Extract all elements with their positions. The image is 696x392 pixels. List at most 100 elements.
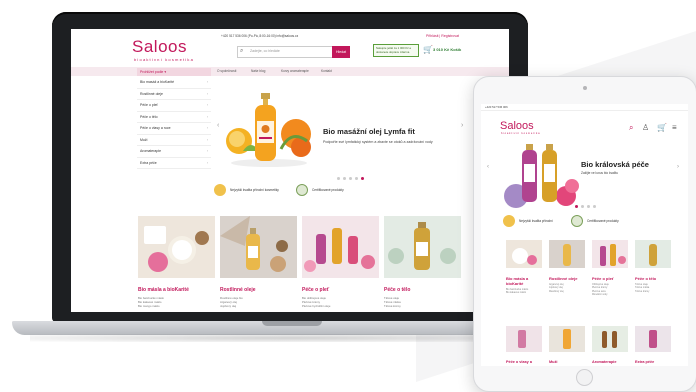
carousel-prev-icon[interactable]: ‹: [217, 122, 219, 129]
certified-badge-icon: [296, 184, 308, 196]
nav-link-contact[interactable]: Kontakt: [321, 69, 332, 73]
carousel-dot-active[interactable]: [361, 177, 364, 180]
carousel-dot-active[interactable]: [575, 205, 578, 208]
tablet-carousel-dots: [575, 205, 596, 208]
chevron-right-icon: ›: [206, 160, 208, 165]
chevron-right-icon: ›: [206, 149, 208, 153]
quality-badge-icon: [214, 184, 226, 196]
product-name: Bio másla a bioKarité: [138, 287, 189, 293]
carousel-dot[interactable]: [355, 177, 358, 180]
nav-link-blog[interactable]: Naše blog: [251, 69, 265, 73]
product-image: [302, 216, 379, 278]
laptop-screen: +420 517 536 006 (Po-Pá, 8:00-16:00) inf…: [71, 29, 509, 312]
tablet-product-card[interactable]: Péče o vlasy a: [506, 326, 542, 364]
tablet-product-card[interactable]: Aromaterapie: [592, 326, 628, 364]
certified-badge: Certifikované produkty: [296, 184, 344, 196]
product-image: [220, 216, 297, 278]
sidebar-item-label: Péče o tělo: [140, 114, 158, 119]
nav-link-about[interactable]: O společnosti: [217, 69, 236, 73]
sidebar-item-label: Péče o vlasy a ruce: [140, 126, 171, 130]
menu-icon[interactable]: ≡: [672, 123, 677, 132]
chevron-right-icon: ›: [206, 103, 208, 107]
tablet-product-card[interactable]: Péče o tělo Tělové oleje Tělové mléka Tělo…: [635, 240, 671, 293]
search-input[interactable]: ⌕ Zadejte, co hledáte: [237, 46, 334, 58]
hero-title: Bio masážní olej Lymfa fit: [323, 127, 415, 136]
carousel-dot[interactable]: [349, 177, 352, 180]
product-desc: Obličejové oleje Pleťové krémy Pleťové sér…: [592, 283, 609, 297]
tablet-hero-image[interactable]: [500, 140, 580, 208]
contact-phone: +420 517 536 006 (Po-Pá, 8:00-16:00) inf…: [221, 34, 299, 38]
cart-icon[interactable]: 🛒: [423, 45, 433, 54]
quality-badge-text: Nejvyšší kvalita přírodní kosmetiky: [230, 188, 279, 192]
product-name: Rostlinné oleje: [220, 287, 256, 293]
tablet-carousel-prev-icon[interactable]: ‹: [487, 164, 489, 170]
carousel-dot[interactable]: [343, 177, 346, 180]
sidebar-item[interactable]: Bio masáž a bioKarité ›: [137, 77, 211, 89]
carousel-next-icon[interactable]: ›: [461, 122, 463, 129]
product-image: [506, 326, 542, 352]
certified-badge-text: Certifikované produkty: [312, 188, 344, 192]
tablet-phone: +420 517 536 006: [485, 105, 508, 109]
cart-total[interactable]: 3 010 Kč Košík: [433, 47, 461, 52]
category-menu-title[interactable]: Prohlížet podle ▾: [137, 68, 211, 76]
quality-badge-text: Nejvyšší kvalita přírodní: [519, 219, 553, 223]
product-desc: Rostlinné oleje bio Arganový olej Jojobový…: [220, 296, 243, 308]
product-desc: Tělové oleje Tělové mléka Tělové krémy: [635, 283, 650, 293]
carousel-dot[interactable]: [593, 205, 596, 208]
tablet-saloos-logo[interactable]: Saloos: [500, 120, 534, 132]
product-image: [506, 240, 542, 268]
search-icon[interactable]: ⌕: [629, 123, 633, 133]
product-card[interactable]: Bio másla a bioKarité Bio bambucké máslo…: [138, 216, 215, 308]
tablet-carousel-next-icon[interactable]: ›: [677, 164, 679, 170]
product-card[interactable]: Péče o tělo Tělové oleje Tělové mléka Tělo…: [384, 216, 461, 308]
sidebar-item[interactable]: Aromaterapie ›: [137, 146, 211, 158]
product-name: Aromaterapie: [592, 360, 617, 364]
product-desc: Bio obličejové oleje Pleťové krémy Pleťové…: [302, 296, 331, 308]
cart-icon[interactable]: 🛒: [657, 123, 667, 132]
search-button[interactable]: Hledat: [332, 46, 350, 58]
sidebar-item[interactable]: Extra péče ›: [137, 158, 211, 169]
product-name: Péče o pleť: [302, 287, 330, 293]
sidebar-item-label: Extra péče: [140, 160, 157, 165]
product-name: Muži: [549, 360, 558, 364]
site-header: +420 517 536 006 (Po-Pá, 8:00-16:00) inf…: [71, 29, 509, 67]
sidebar-item[interactable]: Péče o pleť ›: [137, 100, 211, 112]
free-shipping-box: Nakupte ještě za 1 000 Kč a dostanete do…: [373, 44, 419, 57]
tablet-home-button[interactable]: [576, 369, 593, 386]
product-desc: Tělové oleje Tělové mléka Tělové krémy: [384, 296, 401, 308]
tablet-product-card[interactable]: Muži: [549, 326, 585, 364]
product-card[interactable]: Péče o pleť Bio obličejové oleje Pleťové …: [302, 216, 379, 308]
product-name: Péče o tělo: [635, 276, 657, 281]
sidebar-item[interactable]: Muži ›: [137, 135, 211, 146]
user-icon[interactable]: ♙: [642, 123, 649, 132]
search-placeholder: Zadejte, co hledáte: [250, 49, 280, 53]
sidebar-item[interactable]: Péče o tělo ›: [137, 112, 211, 123]
hero-subtitle: Podpořte své lymfatický systém a zbavte …: [323, 140, 433, 144]
login-link[interactable]: Přihlásit | Registrovat: [426, 34, 459, 38]
tablet-quality-badge: Nejvyšší kvalita přírodní: [503, 215, 553, 227]
product-desc: Bio bambucké máslo Bio kakaové máslo Bio m…: [138, 296, 164, 308]
carousel-dot[interactable]: [587, 205, 590, 208]
sidebar-item-label: Bio masáž a bioKarité: [140, 80, 175, 84]
sidebar-item-label: Muži: [140, 137, 148, 142]
hero-product-image[interactable]: [221, 89, 316, 169]
product-card[interactable]: Rostlinné oleje Rostlinné oleje bio Argan…: [220, 216, 297, 308]
sidebar-item[interactable]: Rostlinné oleje ›: [137, 89, 211, 100]
chevron-right-icon: ›: [206, 126, 208, 130]
sidebar-item[interactable]: Péče o vlasy a ruce ›: [137, 123, 211, 135]
tablet-product-card[interactable]: Péče o pleť Obličejové oleje Pleťové krém…: [592, 240, 628, 297]
product-name: Péče o pleť: [592, 276, 614, 281]
product-image: [384, 216, 461, 278]
tablet-product-card[interactable]: Rostlinné oleje Arganový olej Jojobový ol…: [549, 240, 585, 293]
carousel-dot[interactable]: [581, 205, 584, 208]
saloos-logo[interactable]: Saloos: [132, 38, 187, 55]
nav-link-courses[interactable]: Kurzy aromaterapie: [281, 69, 309, 73]
logo-tagline: bioaktivní kosmetika: [134, 57, 195, 62]
laptop-notch: [262, 321, 322, 326]
carousel-dot[interactable]: [337, 177, 340, 180]
tablet-product-card[interactable]: Extra péče: [635, 326, 671, 364]
sidebar-item-label: Rostlinné oleje: [140, 91, 163, 96]
tablet-product-card[interactable]: Bio másla a bioKarité Bio bambucké máslo…: [506, 240, 542, 295]
tablet-logo-tagline: bioaktivní kosmetika: [501, 132, 541, 135]
tablet-topbar: +420 517 536 006: [481, 104, 688, 111]
